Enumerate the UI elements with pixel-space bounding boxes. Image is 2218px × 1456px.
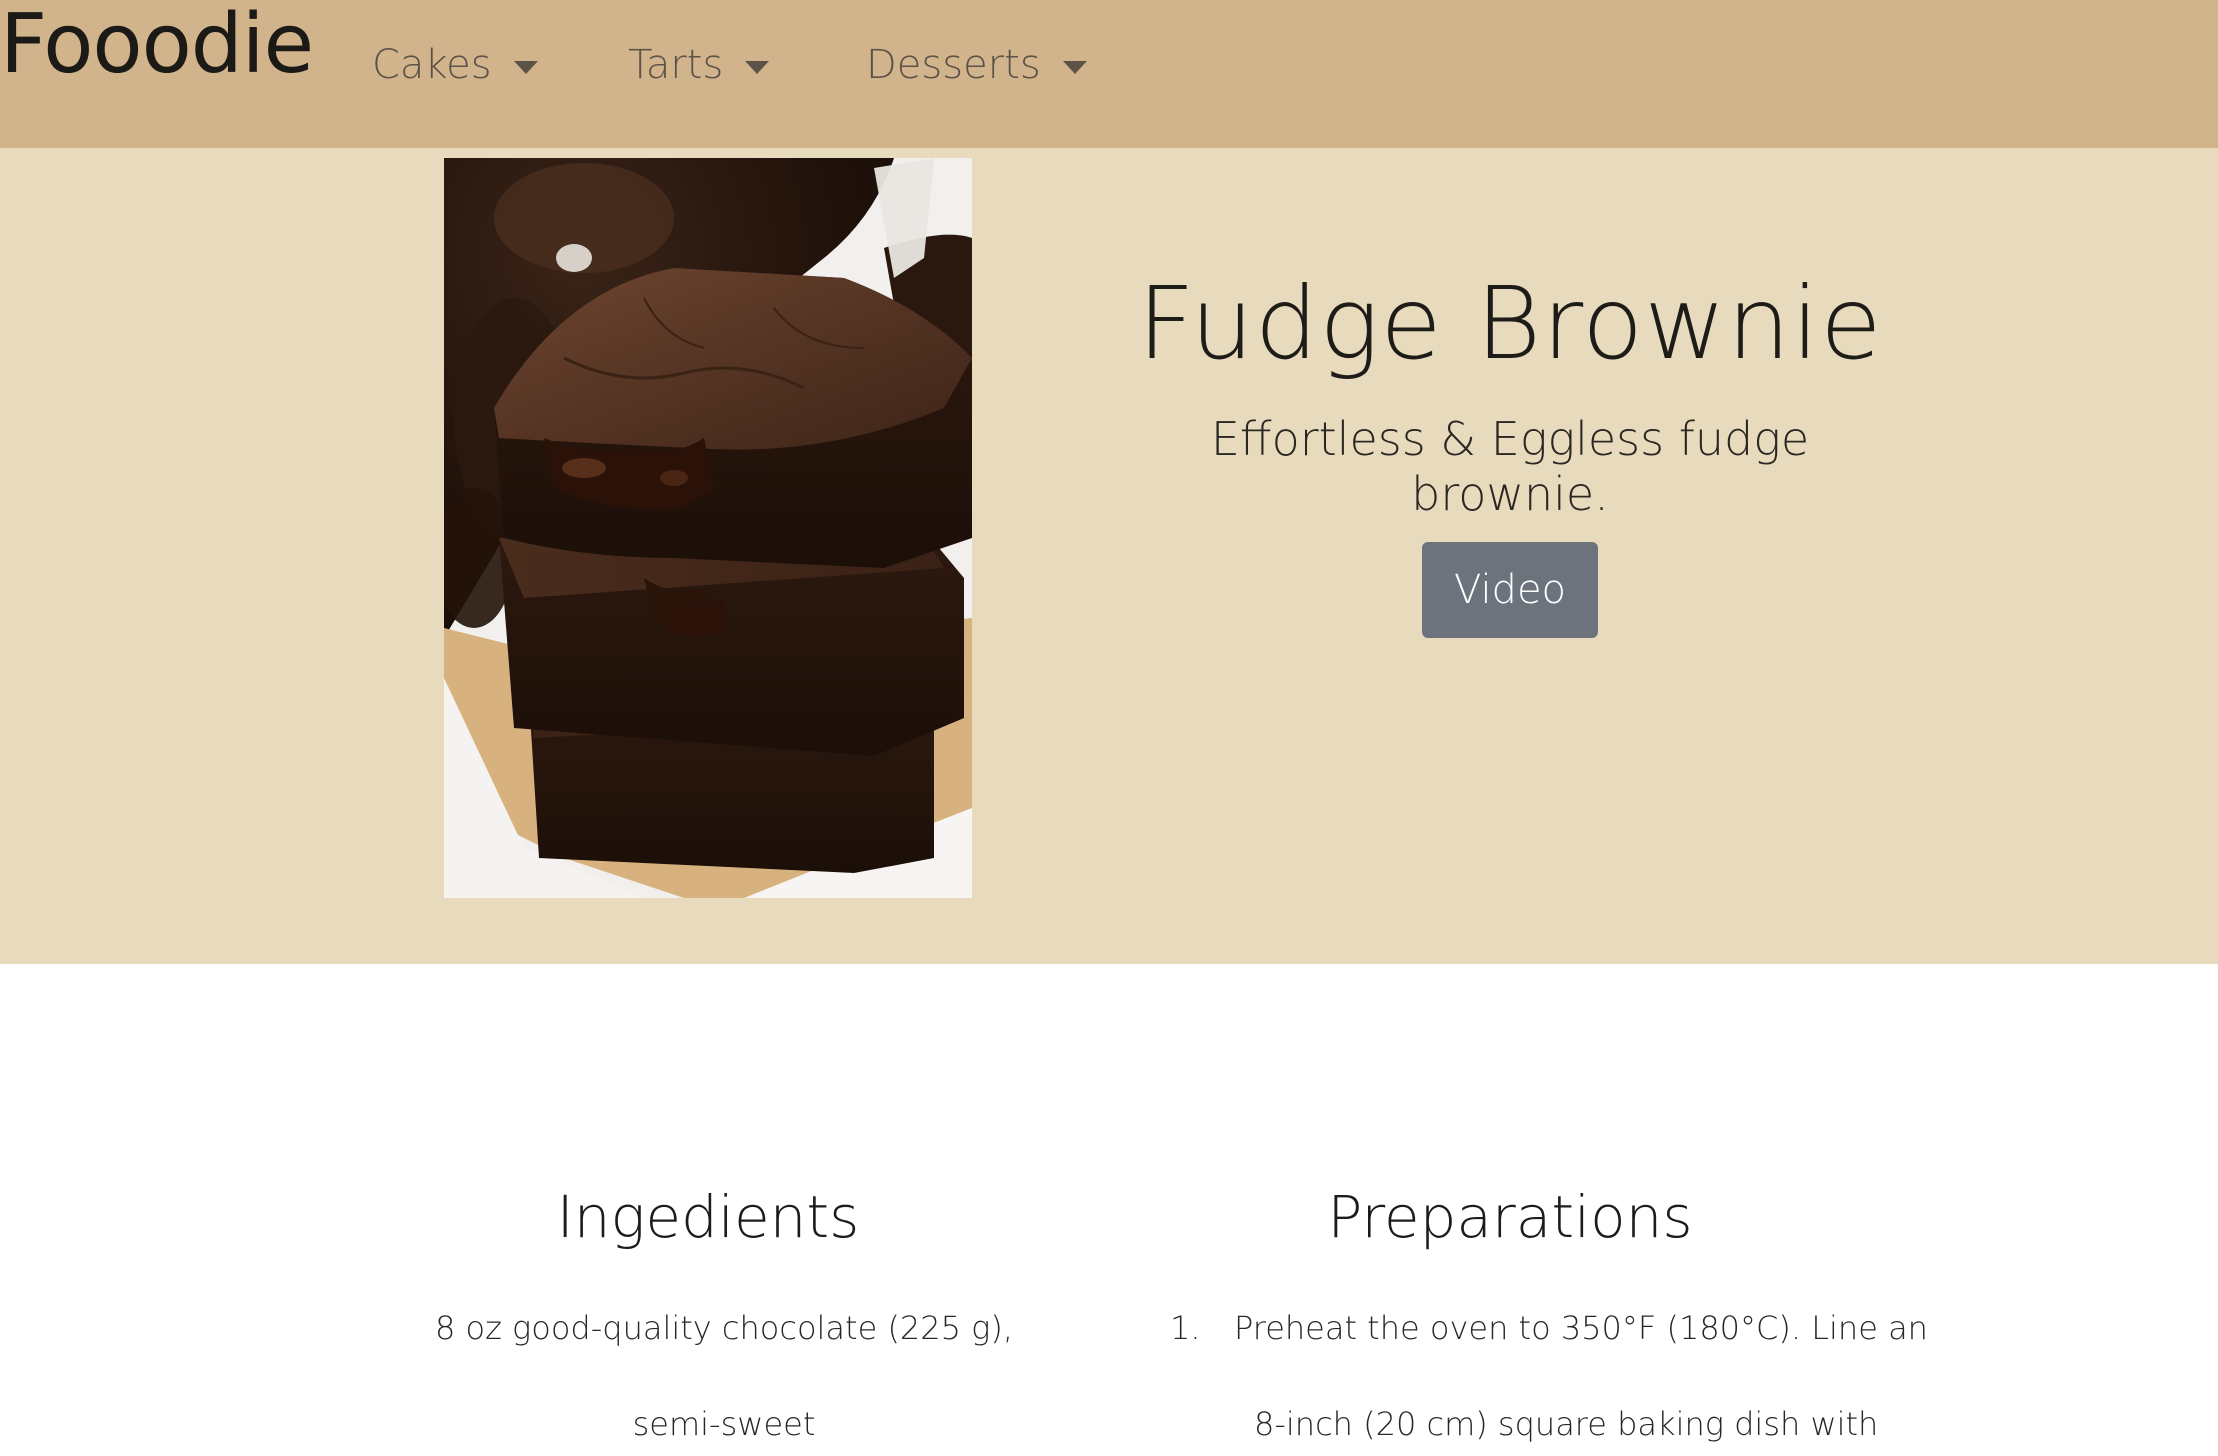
step-text: Preheat the oven to 350°F (180°C). Line … bbox=[1234, 1309, 1928, 1347]
nav-tarts-label: Tarts bbox=[628, 42, 724, 88]
step-number: 1. bbox=[1170, 1309, 1201, 1347]
video-button[interactable]: Video bbox=[1421, 542, 1599, 638]
hero-section: Fudge Brownie Effortless & Eggless fudge… bbox=[0, 148, 2218, 964]
hero-text-block: Fudge Brownie Effortless & Eggless fudge… bbox=[1090, 264, 1930, 638]
nav-dropdown-tarts[interactable]: Tarts bbox=[628, 40, 770, 90]
ingredients-heading: Ingedients bbox=[556, 1183, 860, 1251]
recipe-subtitle: Effortless & Eggless fudge brownie. bbox=[1210, 412, 1810, 521]
caret-down-icon bbox=[1062, 60, 1087, 74]
brand-logo[interactable]: Fooodie bbox=[0, 4, 314, 86]
caret-down-icon bbox=[745, 60, 770, 74]
nav-desserts-label: Desserts bbox=[866, 42, 1041, 88]
caret-down-icon bbox=[513, 60, 538, 74]
ingredient-item: 8 oz good-quality chocolate (225 g), bbox=[434, 1309, 1014, 1347]
brownie-photo bbox=[444, 158, 972, 898]
preparations-heading: Preparations bbox=[1327, 1183, 1693, 1251]
step-text: 8-inch (20 cm) square baking dish with bbox=[1254, 1405, 1879, 1443]
nav-dropdown-cakes[interactable]: Cakes bbox=[372, 40, 538, 90]
navbar: Fooodie Cakes Tarts Desserts bbox=[0, 0, 2218, 148]
nav-cakes-label: Cakes bbox=[372, 42, 492, 88]
nav-dropdown-desserts[interactable]: Desserts bbox=[866, 40, 1087, 90]
recipe-title: Fudge Brownie bbox=[1137, 265, 1883, 382]
ingredient-item: semi-sweet bbox=[632, 1405, 816, 1443]
